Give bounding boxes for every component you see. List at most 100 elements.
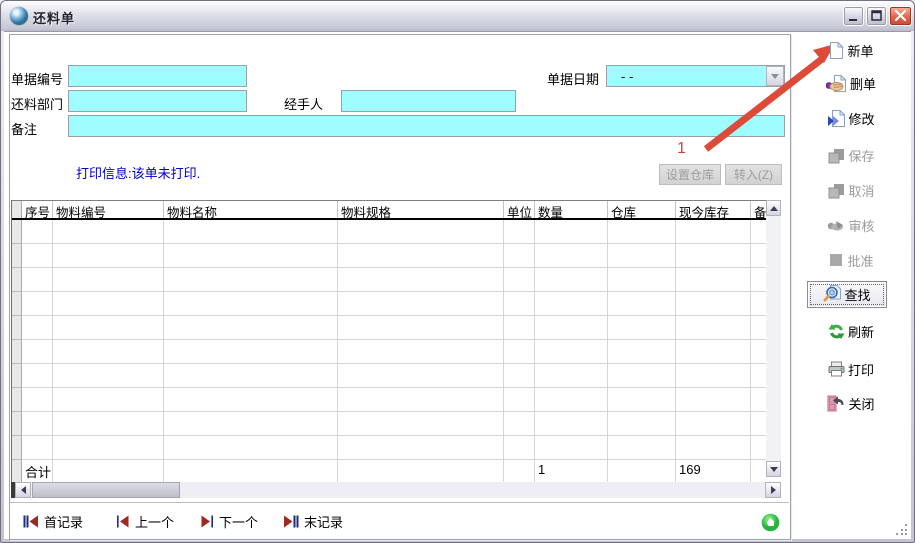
grid-cell[interactable] — [504, 220, 535, 244]
grid-cell[interactable] — [53, 364, 164, 388]
grid-cell[interactable] — [676, 244, 751, 268]
grid-cell[interactable] — [338, 364, 504, 388]
grid-cell[interactable] — [53, 292, 164, 316]
grid-cell[interactable] — [535, 436, 608, 460]
grid-cell[interactable] — [22, 316, 53, 340]
grid-cell[interactable] — [164, 340, 338, 364]
grid-cell[interactable] — [504, 436, 535, 460]
grid-cell[interactable] — [751, 364, 767, 388]
grid-cell[interactable] — [338, 340, 504, 364]
grid-cell[interactable] — [751, 316, 767, 340]
doc-date-input[interactable] — [606, 65, 785, 87]
grid-cell[interactable] — [676, 436, 751, 460]
grid-cell[interactable] — [164, 388, 338, 412]
resize-grip[interactable] — [896, 524, 908, 536]
grid-cell[interactable] — [22, 292, 53, 316]
remark-input[interactable] — [68, 115, 785, 137]
grid-row[interactable] — [12, 268, 767, 292]
grid-cell[interactable] — [338, 412, 504, 436]
grid-cell[interactable] — [22, 340, 53, 364]
grid-cell[interactable] — [608, 388, 676, 412]
grid-cell[interactable] — [751, 292, 767, 316]
grid-cell[interactable] — [53, 268, 164, 292]
titlebar[interactable]: 还料单 — [1, 1, 914, 31]
grid-cell[interactable] — [504, 244, 535, 268]
grid-cell[interactable] — [338, 436, 504, 460]
close-button[interactable] — [889, 6, 912, 26]
doc-date-dropdown-button[interactable] — [766, 66, 784, 86]
grid-cell[interactable] — [338, 244, 504, 268]
grid-cell[interactable] — [164, 268, 338, 292]
grid-cell[interactable] — [164, 220, 338, 244]
vertical-scrollbar[interactable] — [766, 200, 781, 477]
scroll-up-button[interactable] — [766, 200, 781, 216]
grid-cell[interactable] — [676, 316, 751, 340]
grid-cell[interactable] — [22, 436, 53, 460]
grid-cell[interactable] — [504, 316, 535, 340]
grid-cell[interactable] — [608, 220, 676, 244]
delete-doc-button[interactable]: 删单 — [799, 70, 903, 96]
grid-row[interactable] — [12, 388, 767, 412]
grid-cell[interactable] — [164, 436, 338, 460]
handler-input[interactable] — [341, 90, 516, 112]
grid-cell[interactable] — [676, 412, 751, 436]
grid-row[interactable] — [12, 292, 767, 316]
nav-last-record[interactable]: 末记录 — [283, 510, 343, 532]
grid-cell[interactable] — [676, 364, 751, 388]
grid-cell[interactable] — [608, 268, 676, 292]
nav-previous-record[interactable]: 上一个 — [116, 510, 174, 532]
grid-cell[interactable] — [164, 364, 338, 388]
grid-cell[interactable] — [535, 388, 608, 412]
grid-cell[interactable] — [164, 244, 338, 268]
grid-cell[interactable] — [751, 220, 767, 244]
grid-row[interactable] — [12, 244, 767, 268]
doc-no-input[interactable] — [68, 65, 247, 87]
grid-cell[interactable] — [53, 244, 164, 268]
grid-cell[interactable] — [338, 220, 504, 244]
grid-cell[interactable] — [535, 340, 608, 364]
grid-cell[interactable] — [22, 412, 53, 436]
grid-cell[interactable] — [338, 388, 504, 412]
grid-cell[interactable] — [535, 316, 608, 340]
grid-row[interactable] — [12, 364, 767, 388]
grid-cell[interactable] — [535, 268, 608, 292]
find-button[interactable]: 查找 — [807, 281, 887, 308]
grid-cell[interactable] — [504, 364, 535, 388]
grid-cell[interactable] — [608, 244, 676, 268]
grid-cell[interactable] — [751, 436, 767, 460]
grid-row[interactable] — [12, 316, 767, 340]
grid-cell[interactable] — [22, 268, 53, 292]
grid-cell[interactable] — [504, 268, 535, 292]
grid-cell[interactable] — [676, 220, 751, 244]
minimize-button[interactable] — [843, 6, 864, 26]
grid-cell[interactable] — [53, 412, 164, 436]
grid-cell[interactable] — [22, 220, 53, 244]
nav-first-record[interactable]: 首记录 — [23, 510, 83, 532]
print-button[interactable]: 打印 — [799, 356, 903, 382]
grid-cell[interactable] — [504, 292, 535, 316]
grid-cell[interactable] — [164, 292, 338, 316]
grid-cell[interactable] — [22, 364, 53, 388]
grid-cell[interactable] — [53, 436, 164, 460]
refresh-button[interactable]: 刷新 — [799, 318, 903, 344]
grid-cell[interactable] — [535, 292, 608, 316]
grid-cell[interactable] — [608, 412, 676, 436]
grid-cell[interactable] — [535, 220, 608, 244]
scroll-down-button[interactable] — [766, 461, 781, 477]
grid-row[interactable] — [12, 340, 767, 364]
grid-cell[interactable] — [53, 340, 164, 364]
grid-row[interactable] — [12, 220, 767, 244]
scroll-right-button[interactable] — [765, 482, 781, 498]
grid-cell[interactable] — [22, 244, 53, 268]
grid-cell[interactable] — [338, 268, 504, 292]
grid-cell[interactable] — [53, 220, 164, 244]
grid-cell[interactable] — [53, 316, 164, 340]
grid-cell[interactable] — [608, 436, 676, 460]
grid-row[interactable] — [12, 412, 767, 436]
grid-cell[interactable] — [676, 340, 751, 364]
horizontal-scrollbar[interactable] — [11, 482, 781, 498]
grid-cell[interactable] — [751, 388, 767, 412]
grid-cell[interactable] — [504, 388, 535, 412]
grid-cell[interactable] — [676, 388, 751, 412]
scroll-left-button[interactable] — [15, 482, 31, 498]
